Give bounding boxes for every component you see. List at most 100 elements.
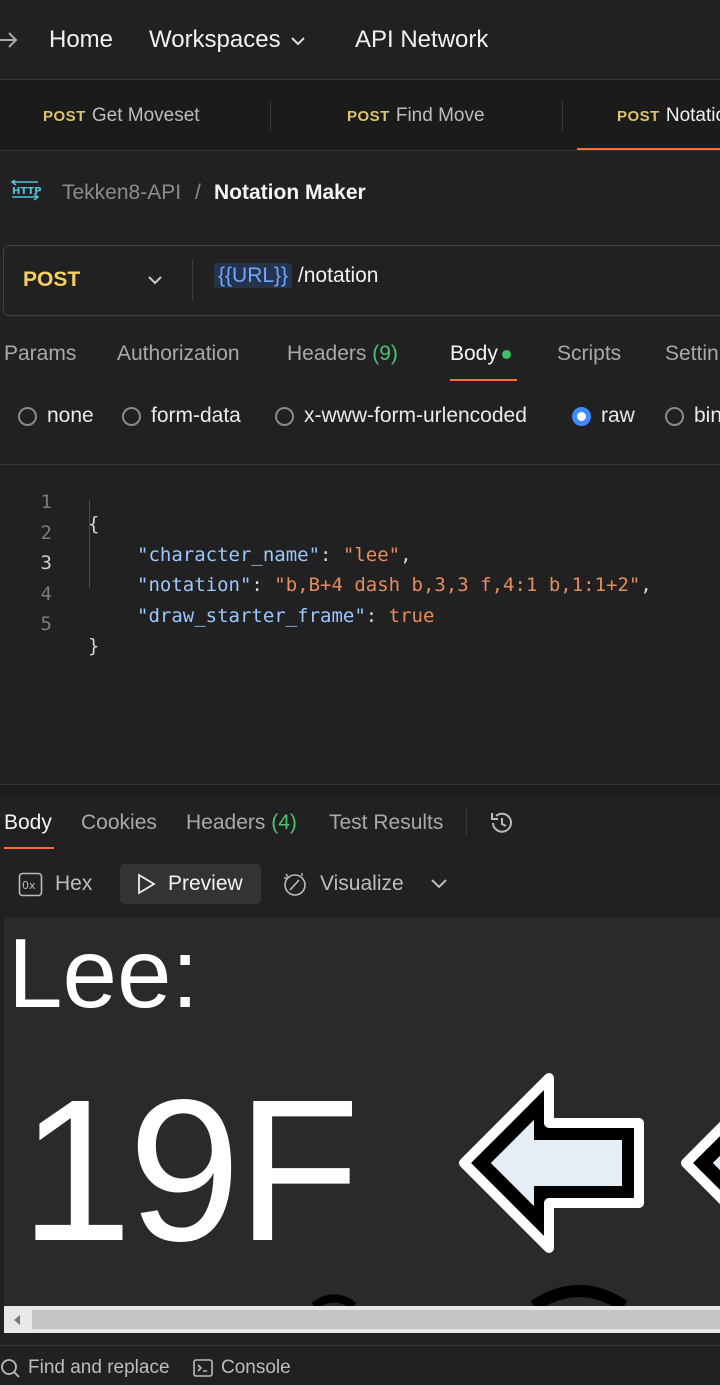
url-input[interactable]: {{URL}} /notation: [214, 263, 379, 288]
active-response-tab-indicator: [4, 847, 54, 849]
tab-method: POST: [347, 107, 390, 125]
method-select[interactable]: POST: [4, 246, 192, 315]
code-line: 2 "character_name": "lee",: [0, 500, 720, 566]
url-variable: {{URL}}: [214, 263, 293, 288]
preview-character-name: Lee:: [8, 918, 199, 1028]
response-resize-handle[interactable]: [0, 784, 720, 796]
back-arrow-input-icon: [681, 1121, 720, 1205]
response-tab-headers-label: Headers: [186, 811, 266, 834]
nav-workspaces-label: Workspaces: [149, 26, 281, 53]
radio-raw[interactable]: raw: [572, 404, 635, 428]
tab-divider: [562, 101, 563, 131]
tab-headers[interactable]: Headers (9): [287, 342, 398, 366]
tab-name: Notatio: [665, 105, 720, 126]
body-type-selector: none form-data x-www-form-urlencoded raw…: [0, 395, 720, 440]
response-tab-test-results[interactable]: Test Results: [329, 811, 443, 835]
view-visualize-label: Visualize: [320, 872, 404, 895]
line-number: 5: [40, 613, 52, 635]
tab-get-moveset[interactable]: POST Get Moveset: [43, 81, 200, 151]
response-tabs: Body Cookies Headers (4) Test Results: [0, 797, 720, 849]
tab-body-label: Body: [450, 342, 498, 365]
hex-icon: 0x: [18, 872, 43, 896]
body-modified-dot: [501, 349, 511, 359]
code-line: 3 "notation": "b,B+4 dash b,3,3 f,4:1 b,…: [0, 530, 720, 596]
tab-body[interactable]: Body: [450, 342, 511, 366]
radio-none[interactable]: none: [18, 404, 94, 428]
radio-circle: [665, 406, 684, 426]
caret-left-icon: [14, 1314, 20, 1325]
response-tab-headers[interactable]: Headers (4): [186, 811, 297, 835]
scroll-thumb[interactable]: [32, 1310, 720, 1329]
svg-text:HTTP: HTTP: [12, 186, 42, 197]
radio-urlencoded[interactable]: x-www-form-urlencoded: [275, 404, 527, 428]
url-path: /notation: [292, 264, 379, 287]
code-line: 1 {: [0, 469, 720, 535]
chevron-down-icon: [431, 879, 447, 889]
response-tab-body[interactable]: Body: [4, 811, 52, 835]
tab-divider: [270, 101, 271, 131]
horizontal-scrollbar[interactable]: [4, 1306, 720, 1333]
preview-startup-frame: 19F: [20, 1057, 360, 1283]
radio-circle: [275, 406, 294, 426]
breadcrumb: HTTP Tekken8-API / Notation Maker: [0, 168, 720, 218]
request-tab-bar: POST Get Moveset POST Find Move POST Not…: [0, 81, 720, 151]
tab-params[interactable]: Params: [4, 342, 76, 366]
active-tab-indicator: [577, 148, 720, 150]
request-config-tabs: Params Authorization Headers (9) Body Sc…: [0, 330, 720, 382]
console-label: Console: [221, 1357, 291, 1378]
console-button[interactable]: Console: [193, 1357, 291, 1379]
method-label: POST: [23, 268, 81, 291]
view-hex-label: Hex: [55, 872, 93, 895]
nav-home[interactable]: Home: [49, 26, 113, 54]
radio-binary[interactable]: bin: [665, 404, 720, 428]
view-hex-button[interactable]: 0x Hex: [18, 864, 92, 904]
response-preview: Lee: 19F: [4, 918, 720, 1306]
code-text: }: [88, 635, 100, 657]
radio-form-data[interactable]: form-data: [122, 404, 241, 428]
tab-find-move[interactable]: POST Find Move: [347, 81, 485, 151]
view-preview-label: Preview: [168, 872, 243, 895]
headers-count: (9): [372, 342, 398, 365]
breadcrumb-separator: /: [195, 181, 201, 204]
radio-circle: [122, 406, 141, 426]
radio-label: x-www-form-urlencoded: [304, 404, 527, 427]
search-icon: [1, 1359, 20, 1378]
view-mode-dropdown[interactable]: [430, 864, 460, 904]
nav-api-network[interactable]: API Network: [355, 26, 488, 54]
response-tab-cookies[interactable]: Cookies: [81, 811, 157, 835]
chevron-down-icon: [148, 276, 162, 285]
tab-notation-maker[interactable]: POST Notatio: [617, 81, 720, 151]
tab-authorization[interactable]: Authorization: [117, 342, 240, 366]
tab-settings[interactable]: Settin: [665, 342, 719, 366]
view-visualize-button[interactable]: Visualize: [282, 864, 404, 904]
radio-circle: [18, 406, 37, 426]
view-preview-button[interactable]: Preview: [120, 864, 261, 904]
url-divider: [192, 260, 193, 300]
response-tab-divider: [466, 808, 467, 836]
tab-name: Find Move: [395, 105, 485, 126]
http-icon: HTTP: [10, 180, 42, 201]
radio-label: bin: [694, 404, 720, 427]
nav-workspaces[interactable]: Workspaces: [149, 26, 305, 54]
partial-input-icon: [530, 1285, 628, 1306]
radio-circle-selected: [572, 406, 591, 426]
history-icon[interactable]: [488, 809, 516, 837]
status-bar: Find and replace Console: [0, 1345, 720, 1385]
tab-name: Get Moveset: [91, 105, 200, 126]
code-line: 5 }: [0, 591, 720, 657]
breadcrumb-collection[interactable]: Tekken8-API: [62, 181, 181, 205]
tab-scripts[interactable]: Scripts: [557, 342, 621, 366]
play-icon: [138, 873, 156, 895]
active-subtab-indicator: [450, 379, 517, 381]
partial-input-icon: [311, 1294, 357, 1306]
tab-method: POST: [43, 107, 86, 125]
find-replace-button[interactable]: Find and replace: [0, 1357, 170, 1379]
chevron-down-icon: [290, 36, 305, 46]
scroll-left-arrow[interactable]: [6, 1308, 28, 1331]
response-headers-count: (4): [271, 811, 297, 834]
url-bar: POST {{URL}} /notation: [3, 245, 720, 316]
back-arrow-icon[interactable]: [0, 28, 20, 52]
request-title[interactable]: Notation Maker: [214, 181, 366, 205]
console-icon: [193, 1359, 213, 1377]
visualize-icon: [284, 873, 306, 896]
